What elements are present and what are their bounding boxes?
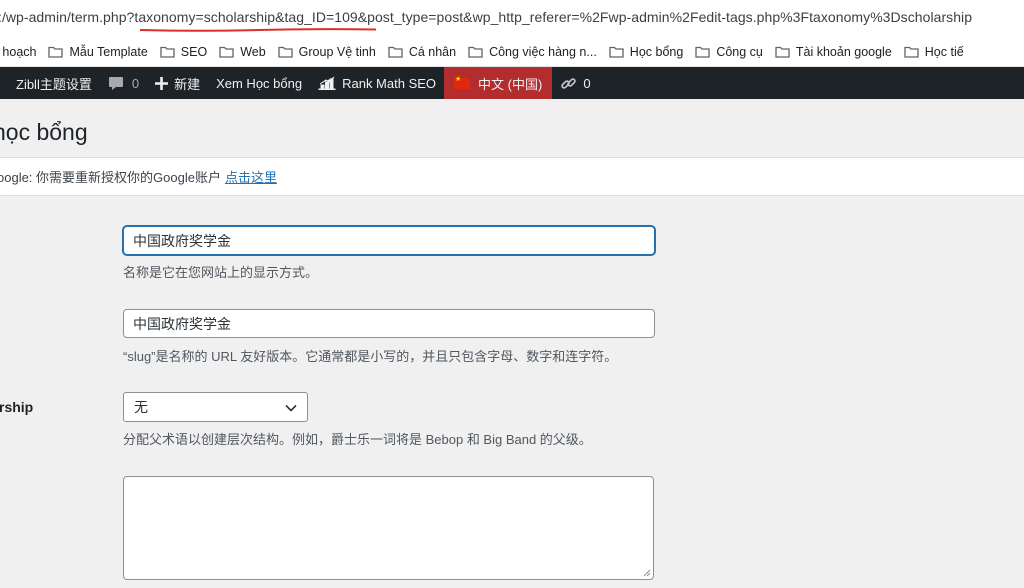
bookmark-item[interactable]: Cá nhân xyxy=(388,45,456,59)
name-input[interactable]: 中国政府奖学金 xyxy=(123,226,655,255)
view-label: Xem Học bổng xyxy=(216,75,303,91)
slug-input-value: 中国政府奖学金 xyxy=(133,315,231,332)
bookmark-item[interactable]: Học tiế xyxy=(904,45,964,59)
bookmark-label: Group Vệ tinh xyxy=(298,44,376,59)
folder-icon xyxy=(609,46,624,58)
bookmark-item[interactable]: Mẫu Template xyxy=(48,44,148,59)
rank-math-label: Rank Math SEO xyxy=(342,75,437,91)
bookmark-label: Công cụ xyxy=(716,44,763,59)
view-scholarship-link[interactable]: Xem Học bổng xyxy=(208,67,310,99)
link-icon xyxy=(560,75,577,92)
browser-url-bar[interactable]: :/wp-admin/term.php?taxonomy=scholarship… xyxy=(0,0,1024,36)
theme-settings-label: Zibll主题设置 xyxy=(16,76,92,92)
china-flag-icon xyxy=(454,75,471,89)
links-menu[interactable]: 0 xyxy=(552,67,598,99)
folder-icon xyxy=(775,46,790,58)
folder-icon xyxy=(160,46,175,58)
theme-settings-menu[interactable]: Zibll主题设置 xyxy=(0,67,100,99)
slug-description: “slug”是名称的 URL 友好版本。它通常都是小写的，并且只包含字母、数字和… xyxy=(123,349,618,364)
google-reauth-notice: oogle: 你需要重新授权你的Google账户 点击这里 xyxy=(0,157,1024,196)
name-description: 名称是它在您网站上的显示方式。 xyxy=(123,265,319,280)
red-annotation-underline xyxy=(140,28,376,32)
slug-input[interactable]: 中国政府奖学金 xyxy=(123,309,655,338)
bookmark-label: ế hoạch xyxy=(0,44,37,59)
bookmark-item[interactable]: ế hoạch xyxy=(0,45,36,59)
parent-selected-value: 无 xyxy=(134,399,148,415)
bookmark-label: Tài khoản google xyxy=(795,44,892,59)
plus-icon xyxy=(155,76,169,90)
name-input-value: 中国政府奖学金 xyxy=(133,232,231,249)
bookmark-item[interactable]: Web xyxy=(219,44,266,59)
bookmark-item[interactable]: Công việc hàng n... xyxy=(468,45,597,59)
bookmarks-bar: ế hoạch Mẫu Template SEO Web Group Vệ tinh Cá… xyxy=(0,36,1024,67)
folder-icon xyxy=(48,46,64,58)
folder-icon xyxy=(695,46,710,58)
description-textarea[interactable] xyxy=(123,476,654,580)
bookmark-label: Mẫu Template xyxy=(69,44,148,59)
parent-description: 分配父术语以创建层次结构。例如，爵士乐一词将是 Bebop 和 Big Band… xyxy=(123,432,592,447)
bookmark-label: Học tiế xyxy=(924,44,964,59)
new-content-menu[interactable]: 新建 xyxy=(147,67,208,99)
parent-select[interactable]: 无 xyxy=(123,392,308,422)
language-switcher[interactable]: 中文 (中国) xyxy=(444,67,553,99)
language-label: 中文 (中国) xyxy=(478,76,543,92)
rank-math-menu[interactable]: Rank Math SEO xyxy=(310,67,444,99)
notice-text: oogle: 你需要重新授权你的Google账户 xyxy=(0,170,221,185)
bookmark-label: Công việc hàng n... xyxy=(489,44,597,59)
bookmark-item[interactable]: Học bổng xyxy=(609,44,684,59)
folder-icon xyxy=(278,46,293,58)
folder-icon xyxy=(904,46,919,58)
comments-count: 0 xyxy=(131,75,140,91)
bookmark-item[interactable]: Công cụ xyxy=(695,45,763,59)
bookmark-item[interactable]: Group Vệ tinh xyxy=(278,45,376,59)
folder-icon xyxy=(219,46,234,58)
url-text[interactable]: :/wp-admin/term.php?taxonomy=scholarship… xyxy=(0,9,972,25)
page-title: học bổng xyxy=(0,119,88,145)
links-count: 0 xyxy=(583,75,591,91)
comment-icon xyxy=(108,76,124,91)
resize-grip-icon[interactable] xyxy=(643,569,651,577)
folder-icon xyxy=(468,46,483,58)
bookmark-label: Học bổng xyxy=(629,44,684,59)
bookmark-label: SEO xyxy=(180,44,208,59)
bookmark-label: Web xyxy=(240,44,266,59)
parent-scholarship-label: rship xyxy=(0,399,34,415)
bookmark-item[interactable]: SEO xyxy=(160,45,207,59)
chevron-down-icon xyxy=(285,399,297,415)
bookmark-item[interactable]: Tài khoản google xyxy=(775,45,892,59)
wp-admin-bar: Zibll主题设置 0 新建 Xem Học bổng Rank Math SE… xyxy=(0,67,1024,99)
folder-icon xyxy=(388,46,403,58)
bookmark-label: Cá nhân xyxy=(408,44,457,59)
notice-click-here-link[interactable]: 点击这里 xyxy=(225,167,277,186)
new-label: 新建 xyxy=(174,76,201,92)
rank-math-icon xyxy=(318,76,336,90)
comments-menu[interactable]: 0 xyxy=(100,67,147,99)
